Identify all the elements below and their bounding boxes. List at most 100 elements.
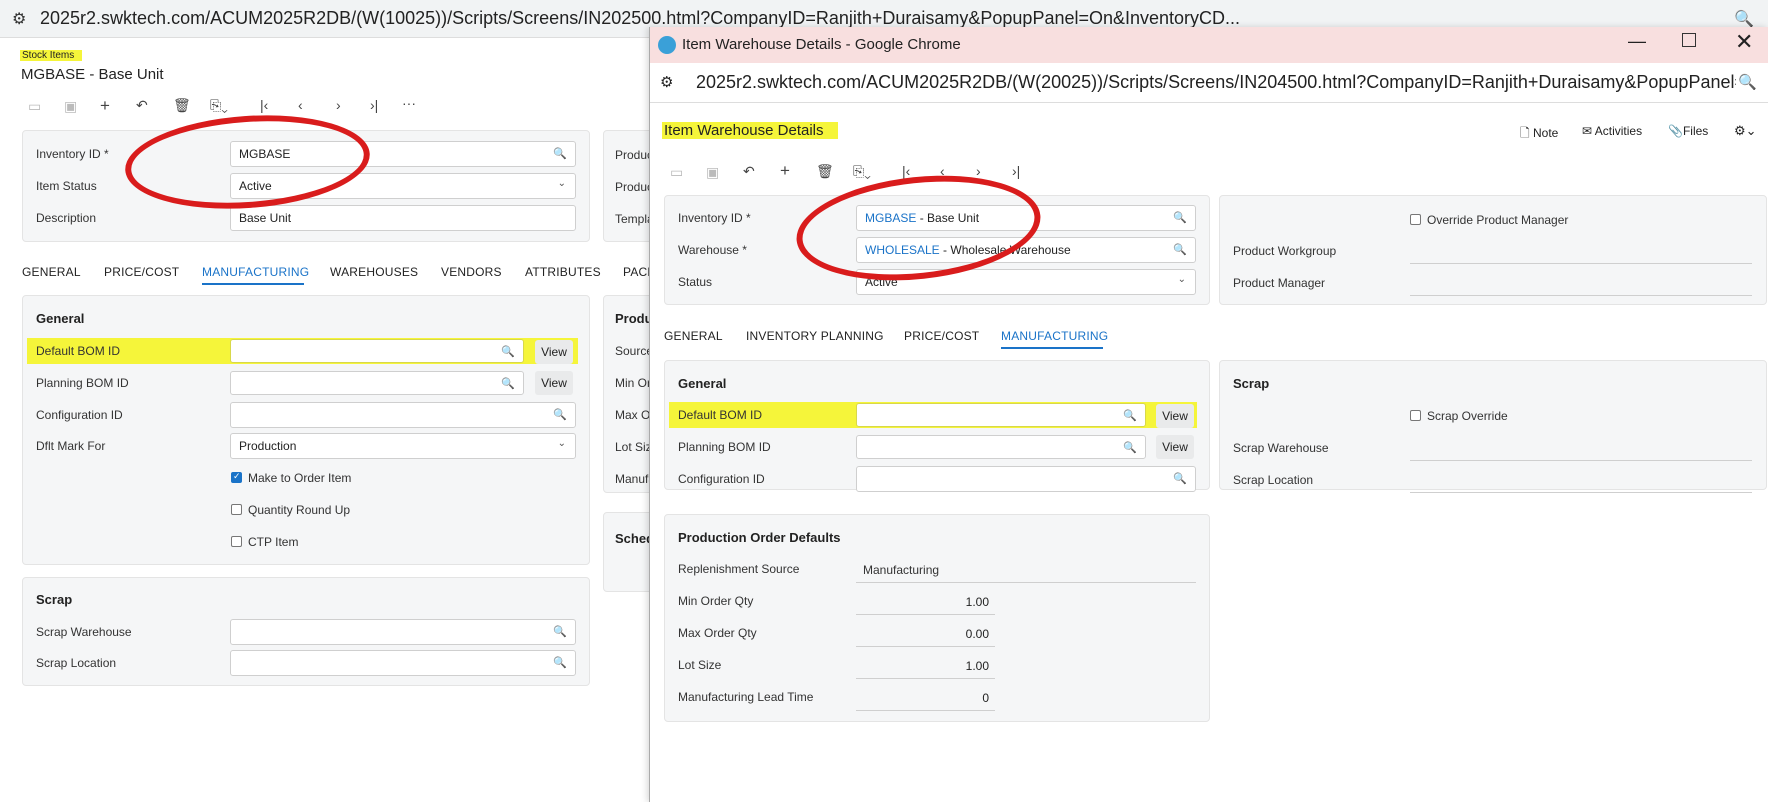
last-record-icon[interactable]: ›| (1012, 163, 1020, 179)
lot-size-underline (856, 678, 995, 679)
tab-price-cost[interactable]: PRICE/COST (904, 329, 979, 343)
site-settings-icon[interactable]: ⚙ (660, 73, 673, 91)
mark-for-select[interactable]: Production ⌄ (230, 433, 576, 459)
copy-paste-icon[interactable]: ⎘⌄ (853, 163, 871, 180)
tab-general[interactable]: GENERAL (22, 265, 81, 279)
product-workgroup-field[interactable] (1410, 263, 1752, 264)
make-to-order-checkbox[interactable] (231, 471, 242, 483)
note-label: Note (1532, 126, 1559, 140)
search-icon[interactable]: 🔍 (1173, 211, 1187, 224)
tab-manufacturing[interactable]: MANUFACTURING (1001, 329, 1108, 343)
planning-bom-field[interactable]: 🔍 (856, 435, 1146, 459)
min-order-qty-value[interactable]: 1.00 (856, 595, 989, 609)
planning-bom-view-button[interactable]: View (1156, 435, 1194, 459)
first-record-icon[interactable]: |‹ (260, 97, 268, 113)
delete-icon[interactable]: 🗑 (173, 97, 191, 114)
default-bom-view-button[interactable]: View (535, 340, 573, 364)
chevron-down-icon: ⌄ (1177, 274, 1186, 285)
default-bom-view-button[interactable]: View (1156, 404, 1194, 428)
save-close-icon[interactable]: ▭ (670, 164, 683, 181)
tab-price-cost[interactable]: PRICE/COST (104, 265, 179, 279)
popup-address-bar[interactable]: ⚙ 2025r2.swktech.com/ACUM2025R2DB/(W(200… (650, 63, 1768, 103)
configuration-id-label: Configuration ID (678, 472, 765, 486)
url-text[interactable]: 2025r2.swktech.com/ACUM2025R2DB/(W(10025… (40, 8, 1240, 29)
next-record-icon[interactable]: › (336, 97, 341, 113)
last-record-icon[interactable]: ›| (370, 97, 378, 113)
quantity-round-up-label: Quantity Round Up (248, 503, 351, 517)
lot-size-value[interactable]: 1.00 (856, 659, 989, 673)
scrap-warehouse-field[interactable]: 🔍 (230, 619, 576, 645)
planning-bom-view-button[interactable]: View (535, 371, 573, 395)
close-icon[interactable]: ✕ (1735, 29, 1753, 55)
tab-attributes[interactable]: ATTRIBUTES (525, 265, 601, 279)
mark-for-value: Production (239, 439, 297, 453)
settings-gear-icon[interactable]: ⚙⌄ (1734, 123, 1757, 139)
maximize-icon[interactable] (1682, 33, 1696, 47)
configuration-id-label: Configuration ID (36, 408, 123, 422)
default-bom-field[interactable]: 🔍 (230, 339, 524, 363)
search-icon[interactable]: 🔍 (1123, 441, 1137, 454)
quantity-round-up-checkbox[interactable] (231, 504, 242, 515)
first-record-icon[interactable]: |‹ (902, 163, 910, 179)
search-icon[interactable]: 🔍 (553, 625, 567, 638)
save-close-icon[interactable]: ▭ (28, 98, 41, 115)
override-pm-label: Override Product Manager (1427, 213, 1569, 227)
scrap-warehouse-field[interactable] (1410, 460, 1752, 461)
undo-icon[interactable]: ↶ (743, 163, 755, 180)
tab-general[interactable]: GENERAL (664, 329, 723, 343)
next-record-icon[interactable]: › (976, 163, 981, 179)
lot-size-label: Lot Size (678, 658, 722, 672)
save-icon[interactable]: ▣ (64, 98, 77, 115)
zoom-icon[interactable]: 🔍 (1734, 9, 1754, 29)
files-label: Files (1682, 124, 1709, 138)
popup-titlebar: Item Warehouse Details - Google Chrome —… (650, 27, 1768, 63)
default-bom-field[interactable]: 🔍 (856, 403, 1146, 427)
minimize-icon[interactable]: — (1628, 31, 1646, 52)
scrap-location-field[interactable] (1410, 492, 1752, 493)
search-icon[interactable]: 🔍 (553, 656, 567, 669)
more-icon[interactable]: ··· (402, 95, 416, 111)
add-icon[interactable]: + (100, 96, 110, 116)
search-icon[interactable]: 🔍 (553, 147, 567, 160)
scrap-location-field[interactable]: 🔍 (230, 650, 576, 676)
lead-time-underline (856, 710, 995, 711)
search-icon[interactable]: 🔍 (1173, 243, 1187, 256)
general-panel (22, 295, 590, 565)
zoom-icon[interactable]: 🔍 (1738, 73, 1757, 91)
tab-inventory-planning[interactable]: INVENTORY PLANNING (746, 329, 884, 343)
configuration-id-field[interactable]: 🔍 (230, 402, 576, 428)
search-icon[interactable]: 🔍 (553, 408, 567, 421)
product-manager-field[interactable] (1410, 295, 1752, 296)
site-settings-icon[interactable]: ⚙ (12, 9, 40, 29)
activities-label: Activities (1594, 124, 1643, 138)
planning-bom-field[interactable]: 🔍 (230, 371, 524, 395)
breadcrumb[interactable]: Stock Items (20, 50, 83, 61)
undo-icon[interactable]: ↶ (136, 97, 148, 114)
lead-time-value[interactable]: 0 (856, 691, 989, 705)
save-icon[interactable]: ▣ (706, 164, 719, 181)
app-icon (658, 36, 676, 54)
copy-paste-icon[interactable]: ⎘⌄ (210, 97, 228, 114)
search-icon[interactable]: 🔍 (1123, 409, 1137, 422)
override-pm-checkbox[interactable] (1410, 214, 1421, 225)
configuration-id-field[interactable]: 🔍 (856, 466, 1196, 492)
previous-record-icon[interactable]: ‹ (298, 97, 303, 113)
chevron-down-icon: ⌄ (557, 178, 566, 189)
files-button[interactable]: 📎Files (1668, 124, 1708, 138)
search-icon[interactable]: 🔍 (501, 377, 515, 390)
delete-icon[interactable]: 🗑 (816, 163, 834, 180)
tab-warehouses[interactable]: WAREHOUSES (330, 265, 418, 279)
chevron-down-icon: ⌄ (557, 438, 566, 449)
search-icon[interactable]: 🔍 (1173, 472, 1187, 485)
max-order-qty-value[interactable]: 0.00 (856, 627, 989, 641)
tab-manufacturing[interactable]: MANUFACTURING (202, 265, 309, 279)
scrap-override-checkbox[interactable] (1410, 410, 1421, 421)
search-icon[interactable]: 🔍 (501, 345, 515, 358)
add-icon[interactable]: + (780, 161, 790, 181)
description-field[interactable]: Base Unit (230, 205, 576, 231)
note-button[interactable]: 🗋 Note (1520, 124, 1558, 145)
ctp-item-checkbox[interactable] (231, 536, 242, 547)
activities-button[interactable]: ✉ Activities (1582, 124, 1642, 138)
tab-vendors[interactable]: VENDORS (441, 265, 502, 279)
popup-url-text[interactable]: 2025r2.swktech.com/ACUM2025R2DB/(W(20025… (696, 72, 1736, 93)
